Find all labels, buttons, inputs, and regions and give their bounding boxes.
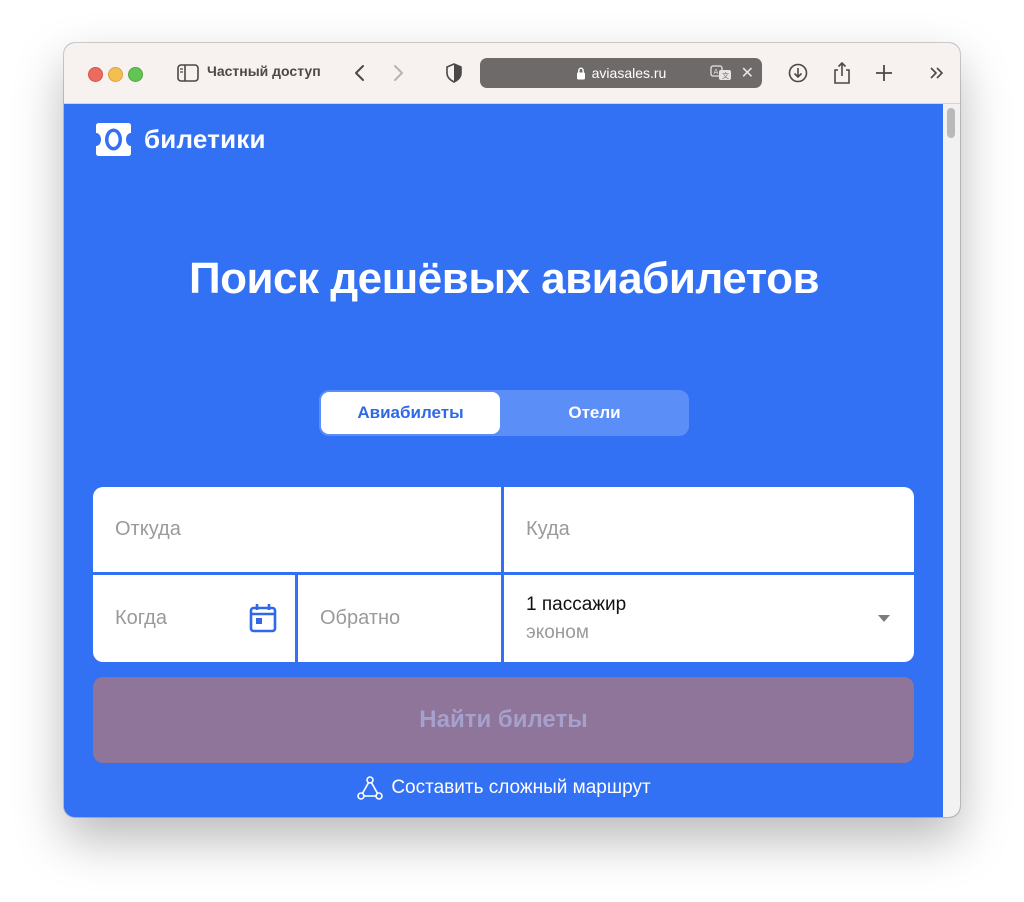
passenger-count: 1 пассажир xyxy=(526,593,627,615)
site-logo[interactable]: билетики xyxy=(95,121,266,158)
search-button[interactable]: Найти билеты xyxy=(93,677,914,763)
browser-window: Частный доступ aviasales.ru A文 ✕ билетик… xyxy=(64,43,960,817)
plus-icon[interactable] xyxy=(872,59,896,87)
page-title: Поиск дешёвых авиабилетов xyxy=(188,254,820,303)
search-form: Откуда Куда Когда Обратно 1 пассажир эко… xyxy=(93,487,914,662)
origin-placeholder: Откуда xyxy=(115,518,181,540)
return-date-placeholder: Обратно xyxy=(320,607,401,629)
destination-field[interactable]: Куда xyxy=(504,487,914,572)
tab-hotels[interactable]: Отели xyxy=(502,392,687,434)
zoom-window-button[interactable] xyxy=(128,67,143,82)
back-icon[interactable] xyxy=(347,59,371,87)
destination-placeholder: Куда xyxy=(526,518,570,540)
page-content: билетики Поиск дешёвых авиабилетов Авиаб… xyxy=(64,104,960,817)
logo-text: билетики xyxy=(144,124,266,154)
address-bar[interactable]: aviasales.ru A文 ✕ xyxy=(480,58,762,88)
minimize-window-button[interactable] xyxy=(108,67,123,82)
shield-icon[interactable] xyxy=(442,59,466,87)
scroll-thumb[interactable] xyxy=(947,108,955,138)
complex-route-label: Составить сложный маршрут xyxy=(391,777,651,798)
scrollbar[interactable] xyxy=(943,104,960,817)
cabin-class: эконом xyxy=(526,621,589,643)
close-icon[interactable]: ✕ xyxy=(741,63,754,83)
departure-date-placeholder: Когда xyxy=(115,607,167,629)
svg-text:A: A xyxy=(714,68,719,76)
departure-date-field[interactable]: Когда xyxy=(93,575,295,662)
download-icon[interactable] xyxy=(786,59,810,87)
more-icon[interactable] xyxy=(925,59,949,87)
complex-route-link[interactable]: Составить сложный маршрут xyxy=(64,776,944,800)
search-type-tabs: Авиабилеты Отели xyxy=(319,390,689,436)
forward-icon[interactable] xyxy=(387,59,411,87)
close-window-button[interactable] xyxy=(88,67,103,82)
chevron-down-icon[interactable] xyxy=(878,615,890,622)
share-icon[interactable] xyxy=(830,59,854,87)
calendar-icon[interactable] xyxy=(249,603,277,633)
browser-toolbar: Частный доступ aviasales.ru A文 ✕ xyxy=(64,43,960,104)
address-text: aviasales.ru xyxy=(591,65,667,81)
svg-text:文: 文 xyxy=(722,71,729,80)
passengers-field[interactable]: 1 пассажир эконом xyxy=(504,575,914,662)
tab-flights[interactable]: Авиабилеты xyxy=(321,392,500,434)
origin-field[interactable]: Откуда xyxy=(93,487,501,572)
translate-icon[interactable]: A文 xyxy=(710,65,732,81)
sidebar-icon[interactable] xyxy=(176,59,200,87)
route-icon xyxy=(357,776,384,800)
tab-group-label[interactable]: Частный доступ xyxy=(207,63,321,79)
return-date-field[interactable]: Обратно xyxy=(298,575,501,662)
lock-icon xyxy=(576,66,586,80)
logo-icon xyxy=(96,123,131,156)
